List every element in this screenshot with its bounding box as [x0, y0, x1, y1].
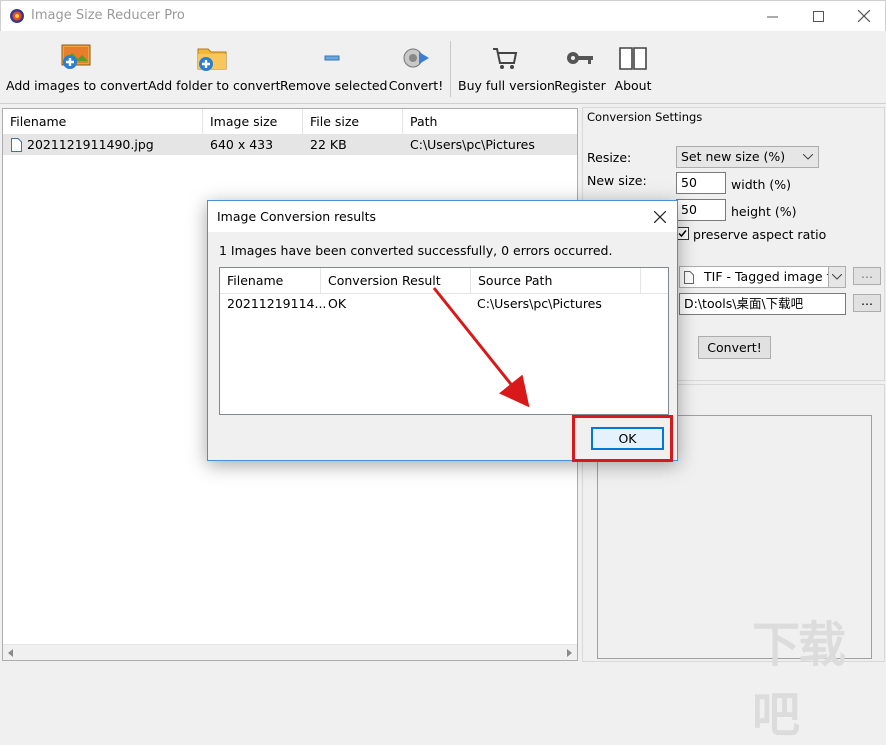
annotation-highlight-box — [572, 415, 673, 462]
watermark: 下载吧 — [752, 617, 846, 743]
annotation-arrow — [432, 287, 530, 408]
